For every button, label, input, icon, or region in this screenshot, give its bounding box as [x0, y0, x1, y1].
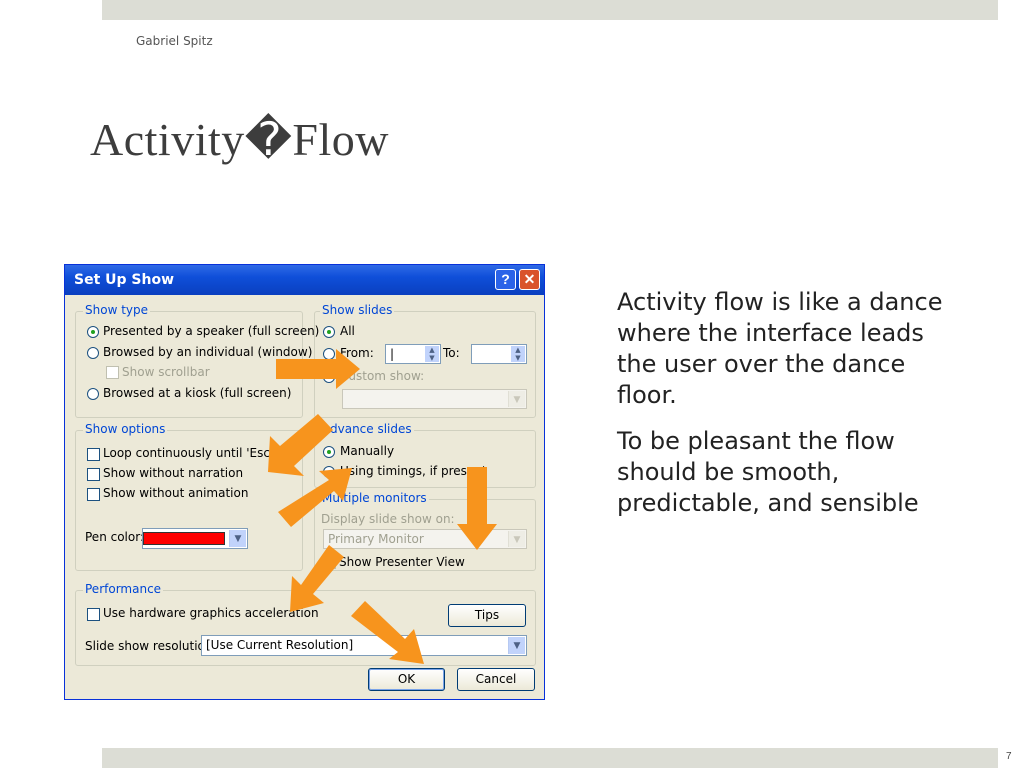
page-number: 7	[1006, 751, 1012, 762]
arrow-down-icon	[457, 467, 497, 550]
arrow-down-left-icon	[290, 545, 344, 612]
body-paragraph: Activity flow is like a dance where the …	[617, 288, 943, 409]
slide-body: Activity flow is like a dance where the …	[617, 287, 957, 534]
bottom-decor-bar	[102, 748, 998, 768]
arrow-up-right-icon	[278, 468, 352, 527]
arrow-down-left-icon	[268, 414, 333, 476]
body-paragraph: To be pleasant the flow should be smooth…	[617, 427, 919, 517]
arrow-right-icon	[276, 349, 360, 389]
arrow-down-right-icon	[351, 601, 424, 664]
